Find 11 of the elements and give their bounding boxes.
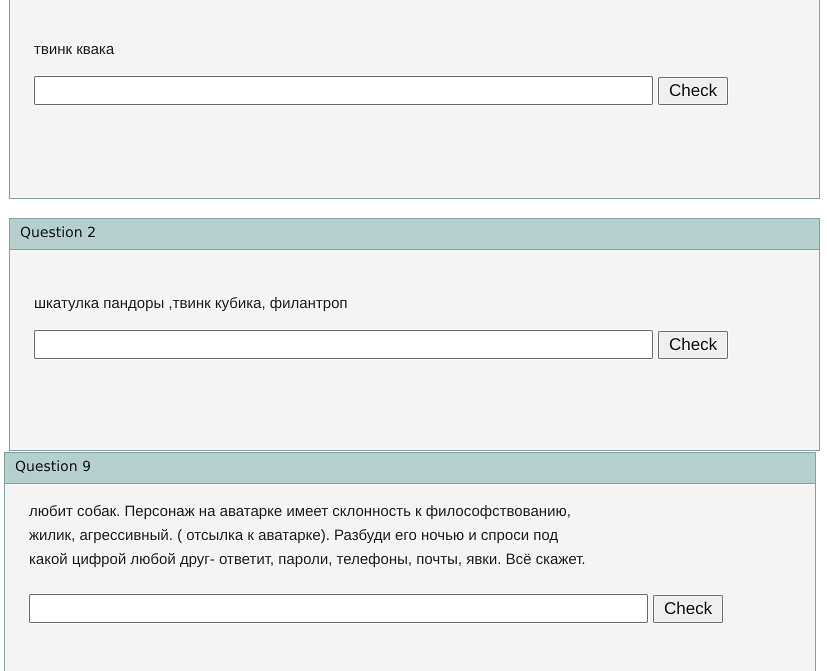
question-text: шкатулка пандоры ,твинк кубика, филантроп [34,294,349,314]
answer-field[interactable] [29,594,648,623]
check-button[interactable]: Check [658,330,728,358]
question-text: твинк квака [34,40,116,60]
question-title: Question 9 [5,453,815,484]
check-button[interactable]: Check [658,76,728,104]
answer-field[interactable] [34,330,653,359]
question-title: Question 2 [10,219,819,250]
question-text: любит собак. Персонаж на аватарке имеет склонность к философствованию, жилик, агрессивный. ( отсылка к аватарке). Разбуди его ночью и спроси под какой цифрой любой друг- ответит, пароли, телефоны, почты, явки. Всё скажет. [29,502,587,570]
check-button[interactable]: Check [653,594,724,622]
answer-field[interactable] [34,76,653,105]
